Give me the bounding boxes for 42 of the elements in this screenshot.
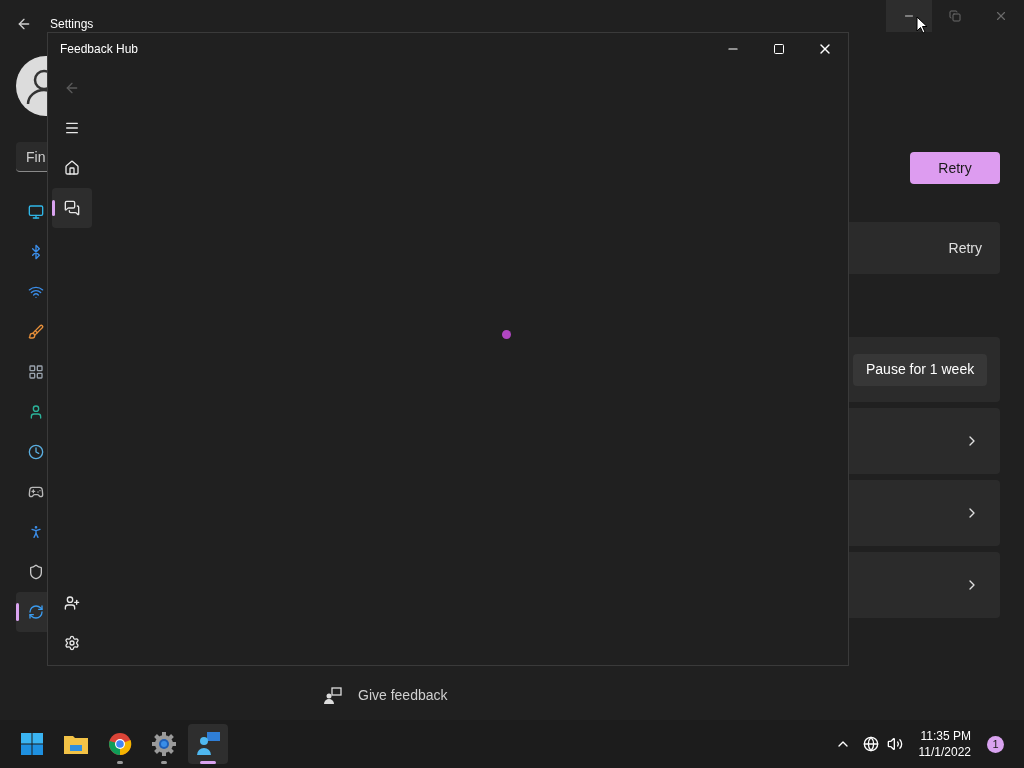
network-icon[interactable] xyxy=(862,736,879,752)
retry-action[interactable]: Retry xyxy=(948,237,982,259)
pause-button[interactable]: Pause for 1 week xyxy=(853,353,988,386)
taskbar-app[interactable] xyxy=(188,724,228,764)
feedback-person-icon xyxy=(195,731,221,757)
person-icon xyxy=(28,404,44,420)
shield-icon xyxy=(28,564,44,580)
search-field[interactable]: Fin xyxy=(16,142,48,172)
selection-indicator xyxy=(52,200,55,216)
notification-badge[interactable]: 1 xyxy=(987,735,1004,753)
settings-icon xyxy=(64,635,80,651)
clock-icon xyxy=(28,444,44,460)
nav-item[interactable] xyxy=(16,592,48,632)
brush-icon xyxy=(28,324,44,340)
display-icon xyxy=(28,204,44,220)
maximize-icon xyxy=(773,43,785,55)
retry-button[interactable]: Retry xyxy=(910,152,1000,184)
running-indicator xyxy=(200,761,216,764)
person-add-icon xyxy=(64,595,80,611)
back-button[interactable] xyxy=(16,16,32,32)
update-icon xyxy=(28,604,44,620)
volume-icon[interactable] xyxy=(886,736,903,752)
windows-logo-icon xyxy=(20,732,44,756)
window-title: Feedback Hub xyxy=(60,41,139,58)
mouse-cursor-icon xyxy=(916,16,928,34)
gamepad-icon xyxy=(28,484,44,500)
selection-indicator xyxy=(16,603,19,621)
browser-logo-icon xyxy=(108,732,132,756)
accessibility-icon xyxy=(28,524,44,540)
running-indicator xyxy=(161,761,167,764)
gear-icon xyxy=(151,731,177,757)
close-icon xyxy=(994,9,1008,23)
feedback-icon xyxy=(324,686,342,705)
restore-icon xyxy=(949,10,961,22)
apps-icon xyxy=(28,364,44,380)
feedback-button[interactable] xyxy=(52,188,92,228)
wifi-icon xyxy=(28,284,44,300)
running-indicator xyxy=(117,761,123,764)
give-feedback-link[interactable]: Give feedback xyxy=(324,685,848,706)
clock-date[interactable]: 11/1/2022 xyxy=(918,744,971,760)
window-title: Settings xyxy=(50,16,94,33)
clock-time[interactable]: 11:35 PM xyxy=(920,728,971,744)
